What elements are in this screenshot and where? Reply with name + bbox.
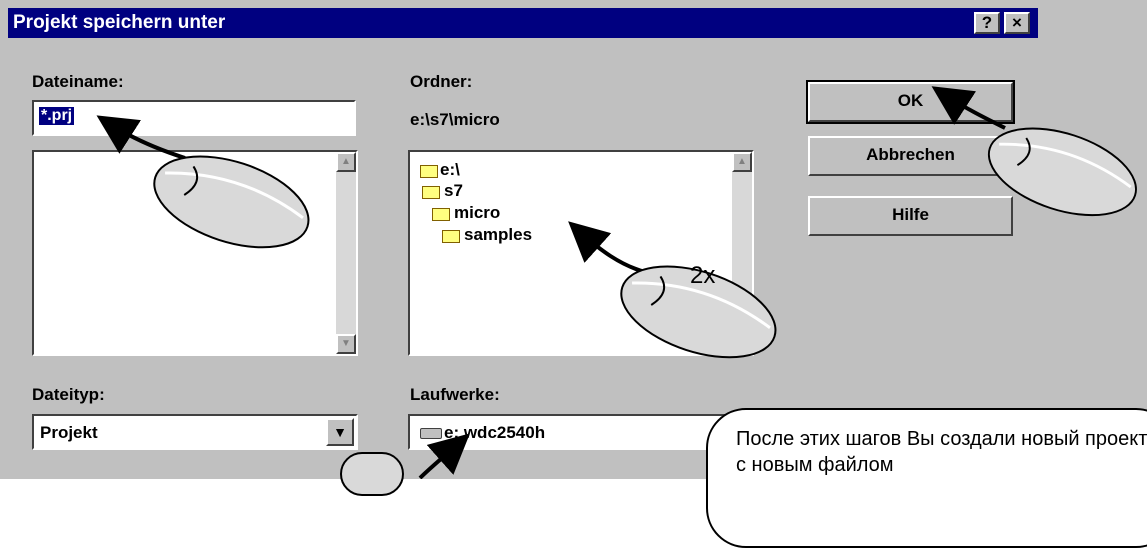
arrow-drives <box>418 433 470 479</box>
mouse-icon <box>153 155 310 249</box>
callout-text: После этих шагов Вы создали новый проект… <box>736 428 1147 476</box>
callout-bubble: После этих шагов Вы создали новый проект… <box>706 408 1147 548</box>
mouse-icon <box>987 127 1137 217</box>
double-click-label: 2x <box>690 262 716 289</box>
mouse-icon <box>340 452 404 496</box>
